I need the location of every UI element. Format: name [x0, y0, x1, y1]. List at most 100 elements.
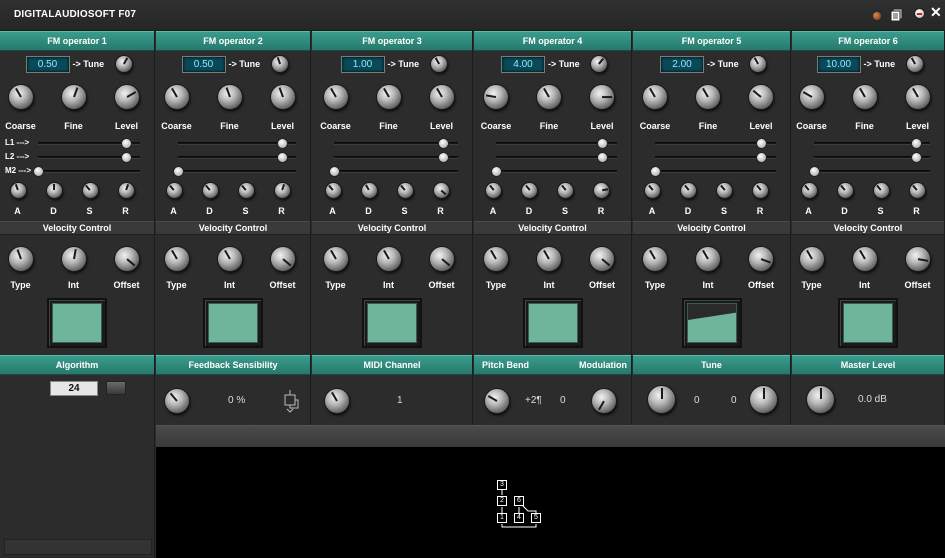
level-knob[interactable] — [270, 85, 295, 109]
l2-slider[interactable] — [334, 153, 458, 162]
m2-slider[interactable] — [651, 167, 776, 176]
m2-slider-thumb[interactable] — [810, 167, 819, 176]
l2-slider-thumb[interactable] — [122, 153, 132, 162]
level-knob[interactable] — [590, 85, 614, 109]
l2-slider[interactable] — [496, 153, 617, 162]
tune-knob[interactable] — [591, 56, 607, 72]
envelope-d-knob[interactable] — [361, 183, 377, 198]
tune-ratio-display[interactable]: 0.50 — [181, 56, 226, 73]
velocity-type-knob[interactable] — [484, 247, 508, 271]
l1-slider-thumb[interactable] — [439, 139, 449, 148]
envelope-r-knob[interactable] — [118, 183, 134, 198]
pitch-bend-knob[interactable] — [485, 389, 509, 413]
feedback-knob[interactable] — [165, 389, 189, 413]
tune-knob[interactable] — [750, 56, 766, 72]
fine-tune-knob[interactable] — [750, 386, 777, 413]
level-knob[interactable] — [749, 85, 773, 109]
level-knob[interactable] — [114, 85, 139, 109]
l1-slider-thumb[interactable] — [122, 139, 132, 148]
envelope-d-knob[interactable] — [202, 183, 218, 198]
m2-slider[interactable] — [330, 167, 458, 176]
m2-slider-thumb[interactable] — [492, 167, 501, 176]
m2-slider[interactable] — [174, 167, 296, 176]
fine-knob[interactable] — [696, 85, 720, 109]
envelope-a-knob[interactable] — [325, 183, 341, 198]
l1-slider-thumb[interactable] — [277, 139, 287, 148]
tune-ratio-display[interactable]: 0.50 — [25, 56, 70, 73]
envelope-a-knob[interactable] — [645, 183, 660, 198]
envelope-r-knob[interactable] — [594, 183, 609, 198]
velocity-offset-knob[interactable] — [114, 247, 139, 271]
minimize-button[interactable] — [914, 8, 925, 19]
l1-slider[interactable] — [814, 139, 930, 148]
tune-ratio-display[interactable]: 2.00 — [660, 56, 704, 73]
envelope-a-knob[interactable] — [10, 183, 26, 198]
envelope-a-knob[interactable] — [486, 183, 501, 198]
envelope-s-knob[interactable] — [873, 183, 889, 198]
m2-slider[interactable] — [810, 167, 930, 176]
envelope-s-knob[interactable] — [82, 183, 98, 198]
velocity-type-knob[interactable] — [799, 247, 824, 271]
coarse-knob[interactable] — [323, 85, 348, 109]
l1-slider-thumb[interactable] — [757, 139, 767, 148]
level-knob[interactable] — [429, 85, 454, 109]
velocity-type-knob[interactable] — [8, 247, 33, 271]
envelope-s-knob[interactable] — [238, 183, 254, 198]
coarse-knob[interactable] — [799, 85, 824, 109]
l1-slider[interactable] — [334, 139, 458, 148]
envelope-r-knob[interactable] — [909, 183, 925, 198]
l2-slider-thumb[interactable] — [439, 153, 449, 162]
velocity-int-knob[interactable] — [852, 247, 877, 271]
envelope-a-knob[interactable] — [166, 183, 182, 198]
m2-slider-thumb[interactable] — [174, 167, 183, 176]
velocity-offset-knob[interactable] — [429, 247, 454, 271]
m2-slider[interactable] — [34, 167, 140, 176]
envelope-s-knob[interactable] — [717, 183, 732, 198]
fine-knob[interactable] — [61, 85, 86, 109]
l2-slider[interactable] — [178, 153, 296, 162]
horizontal-scrollbar[interactable] — [4, 539, 152, 555]
envelope-r-knob[interactable] — [433, 183, 449, 198]
l2-slider-thumb[interactable] — [277, 153, 287, 162]
l2-slider-thumb[interactable] — [757, 153, 767, 162]
velocity-offset-knob[interactable] — [905, 247, 930, 271]
coarse-knob[interactable] — [484, 85, 508, 109]
l1-slider[interactable] — [178, 139, 296, 148]
l2-slider[interactable] — [814, 153, 930, 162]
l1-slider[interactable] — [655, 139, 776, 148]
m2-slider[interactable] — [492, 167, 617, 176]
coarse-knob[interactable] — [8, 85, 33, 109]
m2-slider-thumb[interactable] — [651, 167, 660, 176]
tune-ratio-display[interactable]: 10.00 — [816, 56, 861, 73]
close-button[interactable]: ✕ — [930, 5, 942, 19]
copy-icon[interactable] — [890, 8, 903, 22]
midi-channel-knob[interactable] — [325, 389, 349, 413]
coarse-tune-knob[interactable] — [648, 386, 675, 413]
tune-knob[interactable] — [271, 56, 288, 72]
coarse-knob[interactable] — [164, 85, 189, 109]
velocity-type-knob[interactable] — [643, 247, 667, 271]
l2-slider[interactable] — [655, 153, 776, 162]
envelope-d-knob[interactable] — [837, 183, 853, 198]
envelope-r-knob[interactable] — [753, 183, 768, 198]
velocity-int-knob[interactable] — [696, 247, 720, 271]
velocity-int-knob[interactable] — [217, 247, 242, 271]
m2-slider-thumb[interactable] — [330, 167, 339, 176]
master-level-knob[interactable] — [807, 386, 834, 413]
velocity-int-knob[interactable] — [376, 247, 401, 271]
coarse-knob[interactable] — [643, 85, 667, 109]
envelope-a-knob[interactable] — [801, 183, 817, 198]
modulation-knob[interactable] — [592, 389, 616, 413]
l1-slider-thumb[interactable] — [598, 139, 608, 148]
envelope-d-knob[interactable] — [522, 183, 537, 198]
envelope-s-knob[interactable] — [397, 183, 413, 198]
velocity-type-knob[interactable] — [323, 247, 348, 271]
envelope-r-knob[interactable] — [274, 183, 290, 198]
tune-ratio-display[interactable]: 1.00 — [340, 56, 385, 73]
tune-knob[interactable] — [430, 56, 447, 72]
tune-knob[interactable] — [906, 56, 923, 72]
envelope-s-knob[interactable] — [558, 183, 573, 198]
velocity-offset-knob[interactable] — [749, 247, 773, 271]
velocity-offset-knob[interactable] — [590, 247, 614, 271]
l2-slider-thumb[interactable] — [598, 153, 608, 162]
